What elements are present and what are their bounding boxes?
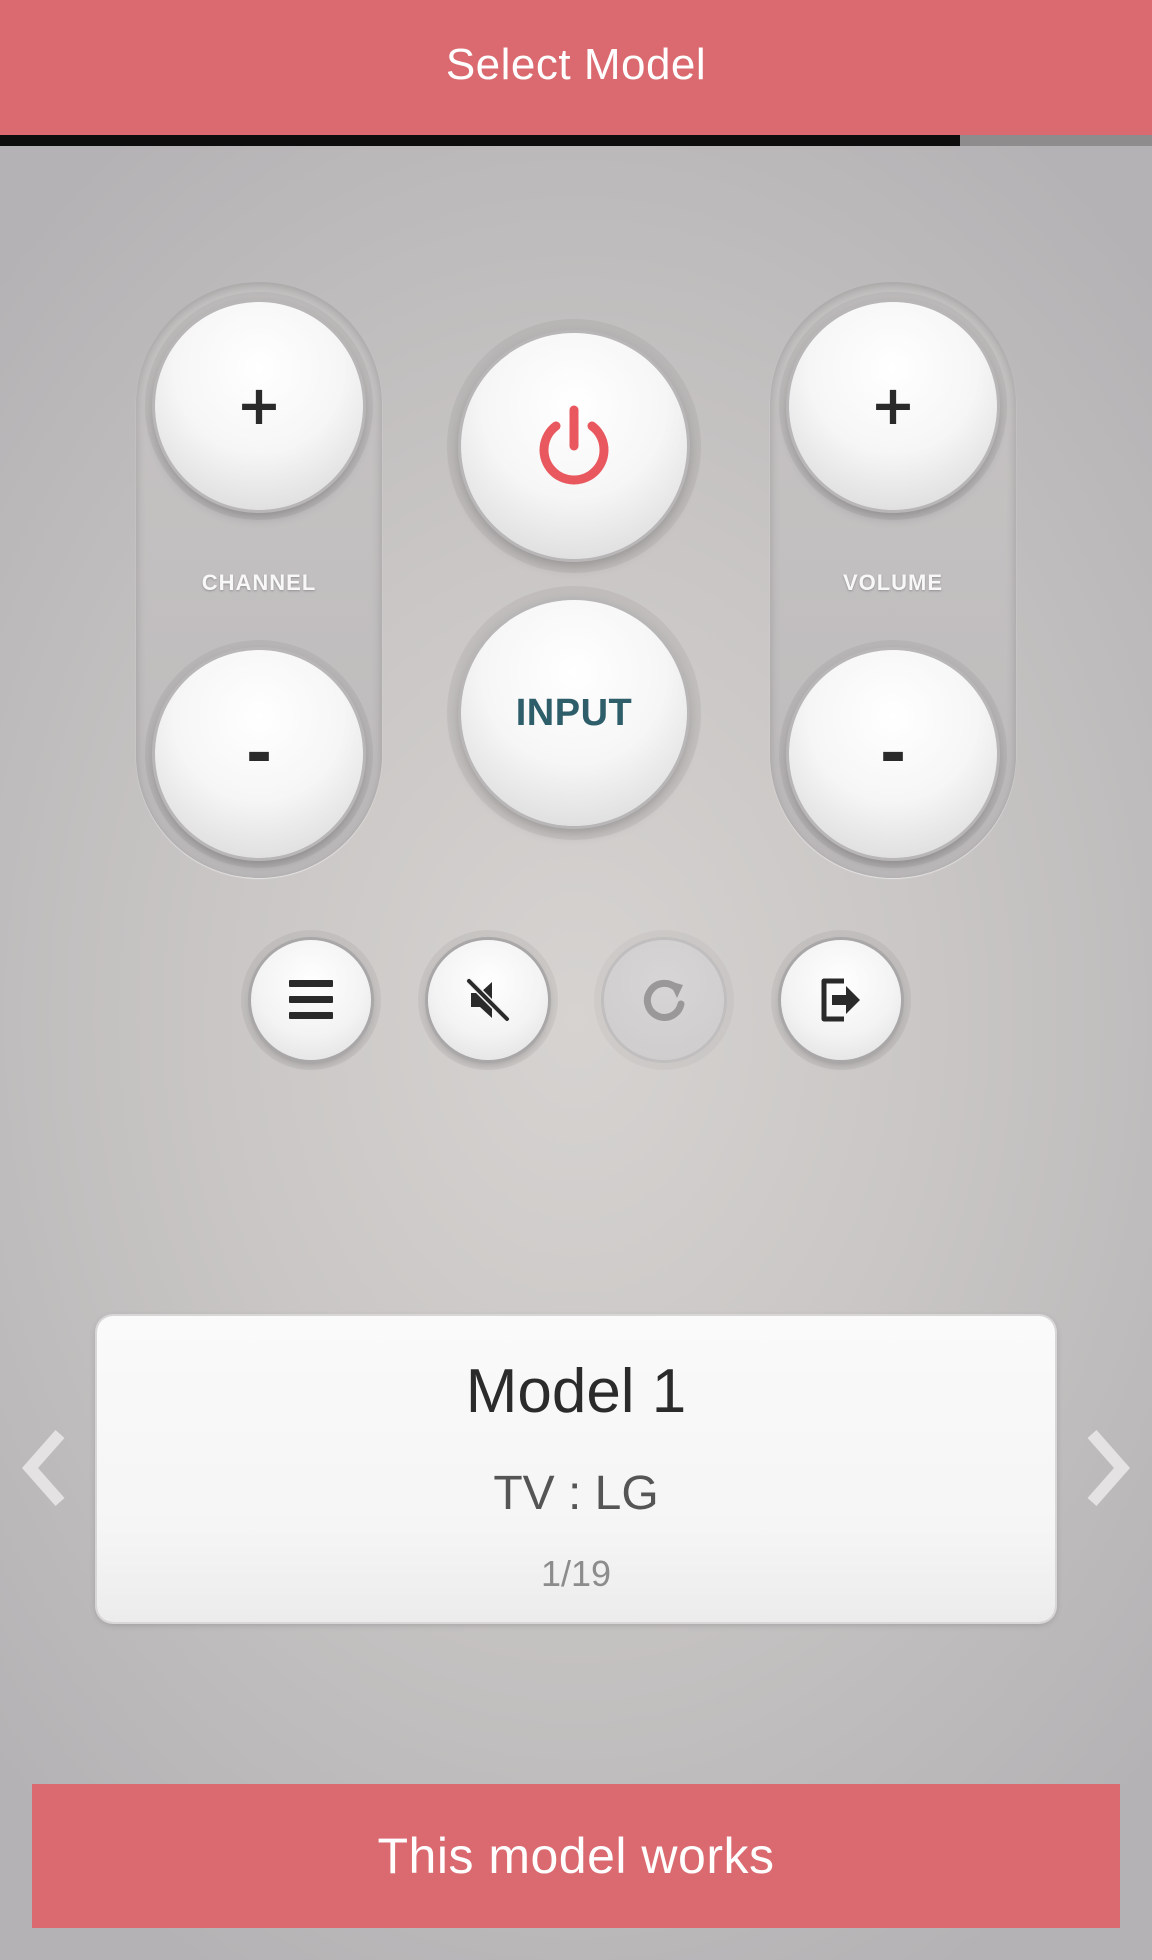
previous-model-arrow[interactable] xyxy=(20,1428,70,1508)
exit-button[interactable] xyxy=(781,940,901,1060)
volume-down-button[interactable]: - xyxy=(789,650,997,858)
mute-button[interactable] xyxy=(428,940,548,1060)
chevron-left-icon xyxy=(21,1430,65,1506)
exit-icon xyxy=(821,978,860,1022)
mute-icon xyxy=(465,977,511,1023)
model-works-button[interactable]: This model works xyxy=(32,1784,1120,1928)
input-label: INPUT xyxy=(515,691,633,734)
next-model-arrow[interactable] xyxy=(1082,1428,1132,1508)
minus-icon: - xyxy=(245,717,273,791)
minus-icon: - xyxy=(879,717,907,791)
refresh-button[interactable] xyxy=(604,940,724,1060)
progress-fill xyxy=(0,135,960,146)
volume-label: VOLUME xyxy=(842,570,944,595)
page-title: Select Model xyxy=(445,39,707,89)
channel-label: CHANNEL xyxy=(201,570,317,595)
menu-button[interactable] xyxy=(251,940,371,1060)
progress-bar xyxy=(0,135,1152,146)
channel-down-button[interactable]: - xyxy=(155,650,363,858)
power-button[interactable] xyxy=(461,333,687,559)
model-card: Model 1 TV : LG 1/19 xyxy=(97,1316,1055,1622)
chevron-right-icon xyxy=(1087,1430,1131,1506)
channel-up-button[interactable]: + xyxy=(155,302,363,510)
menu-icon xyxy=(289,980,333,1019)
input-button[interactable]: INPUT xyxy=(461,600,687,826)
model-works-label: This model works xyxy=(377,1828,775,1884)
header-bar: Select Model xyxy=(0,0,1152,135)
model-counter: 1/19 xyxy=(540,1553,612,1594)
power-icon xyxy=(539,405,609,485)
model-brand: TV : LG xyxy=(493,1467,659,1520)
plus-icon: + xyxy=(236,374,282,437)
model-name: Model 1 xyxy=(465,1357,687,1426)
volume-up-button[interactable]: + xyxy=(789,302,997,510)
refresh-icon xyxy=(643,979,685,1021)
plus-icon: + xyxy=(870,374,916,437)
